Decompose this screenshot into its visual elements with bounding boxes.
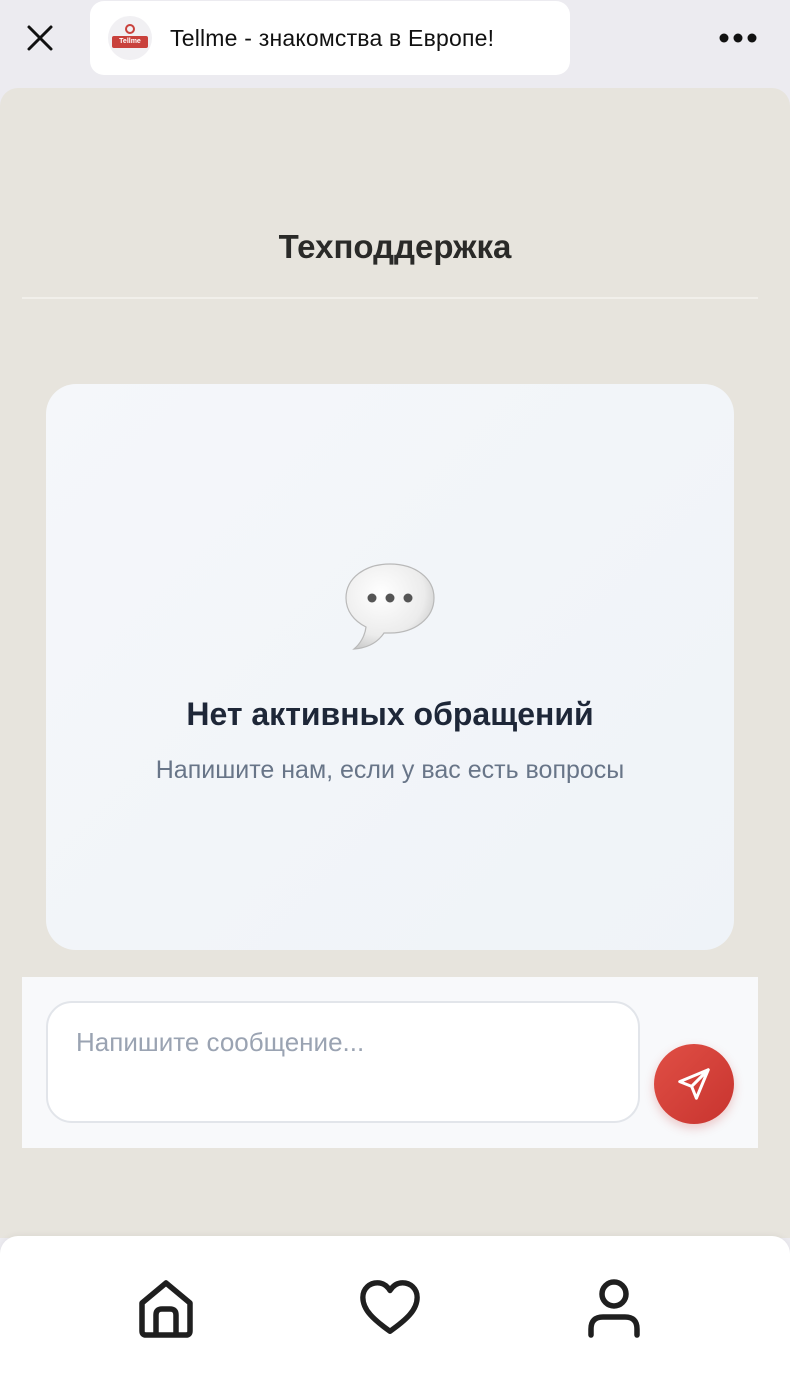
heart-icon — [360, 1280, 420, 1334]
bottom-navigation — [0, 1236, 790, 1380]
title-divider — [22, 297, 758, 299]
home-icon — [139, 1280, 193, 1338]
nav-likes[interactable] — [358, 1276, 422, 1340]
empty-state-title: Нет активных обращений — [186, 696, 594, 732]
app-title-pill[interactable]: Tellme Tellme - знакомства в Европе! — [90, 1, 570, 75]
send-icon — [678, 1068, 710, 1100]
empty-state-subtitle: Напишите нам, если у вас есть вопросы — [155, 756, 625, 784]
empty-state-card: Нет активных обращений Напишите нам, есл… — [46, 384, 734, 950]
logo-mark-icon — [125, 24, 135, 34]
more-button[interactable] — [716, 26, 760, 50]
message-input[interactable] — [46, 1001, 640, 1123]
nav-home[interactable] — [134, 1276, 198, 1340]
page-title: Техподдержка — [278, 228, 512, 265]
speech-bubble-icon — [345, 563, 435, 650]
send-button[interactable] — [654, 1044, 734, 1124]
more-dots-icon — [719, 33, 757, 43]
user-icon — [588, 1279, 640, 1338]
app-title: Tellme - знакомства в Европе! — [170, 24, 495, 51]
logo-text: Tellme — [112, 36, 148, 48]
close-icon — [27, 25, 53, 51]
app-logo: Tellme — [108, 16, 152, 60]
message-composer — [22, 977, 758, 1148]
top-bar: Tellme Tellme - знакомства в Европе! — [0, 0, 790, 88]
nav-profile[interactable] — [582, 1276, 646, 1340]
support-page: Техподдержка Нет активных обращений Напи… — [0, 88, 790, 1238]
close-button[interactable] — [20, 18, 60, 58]
